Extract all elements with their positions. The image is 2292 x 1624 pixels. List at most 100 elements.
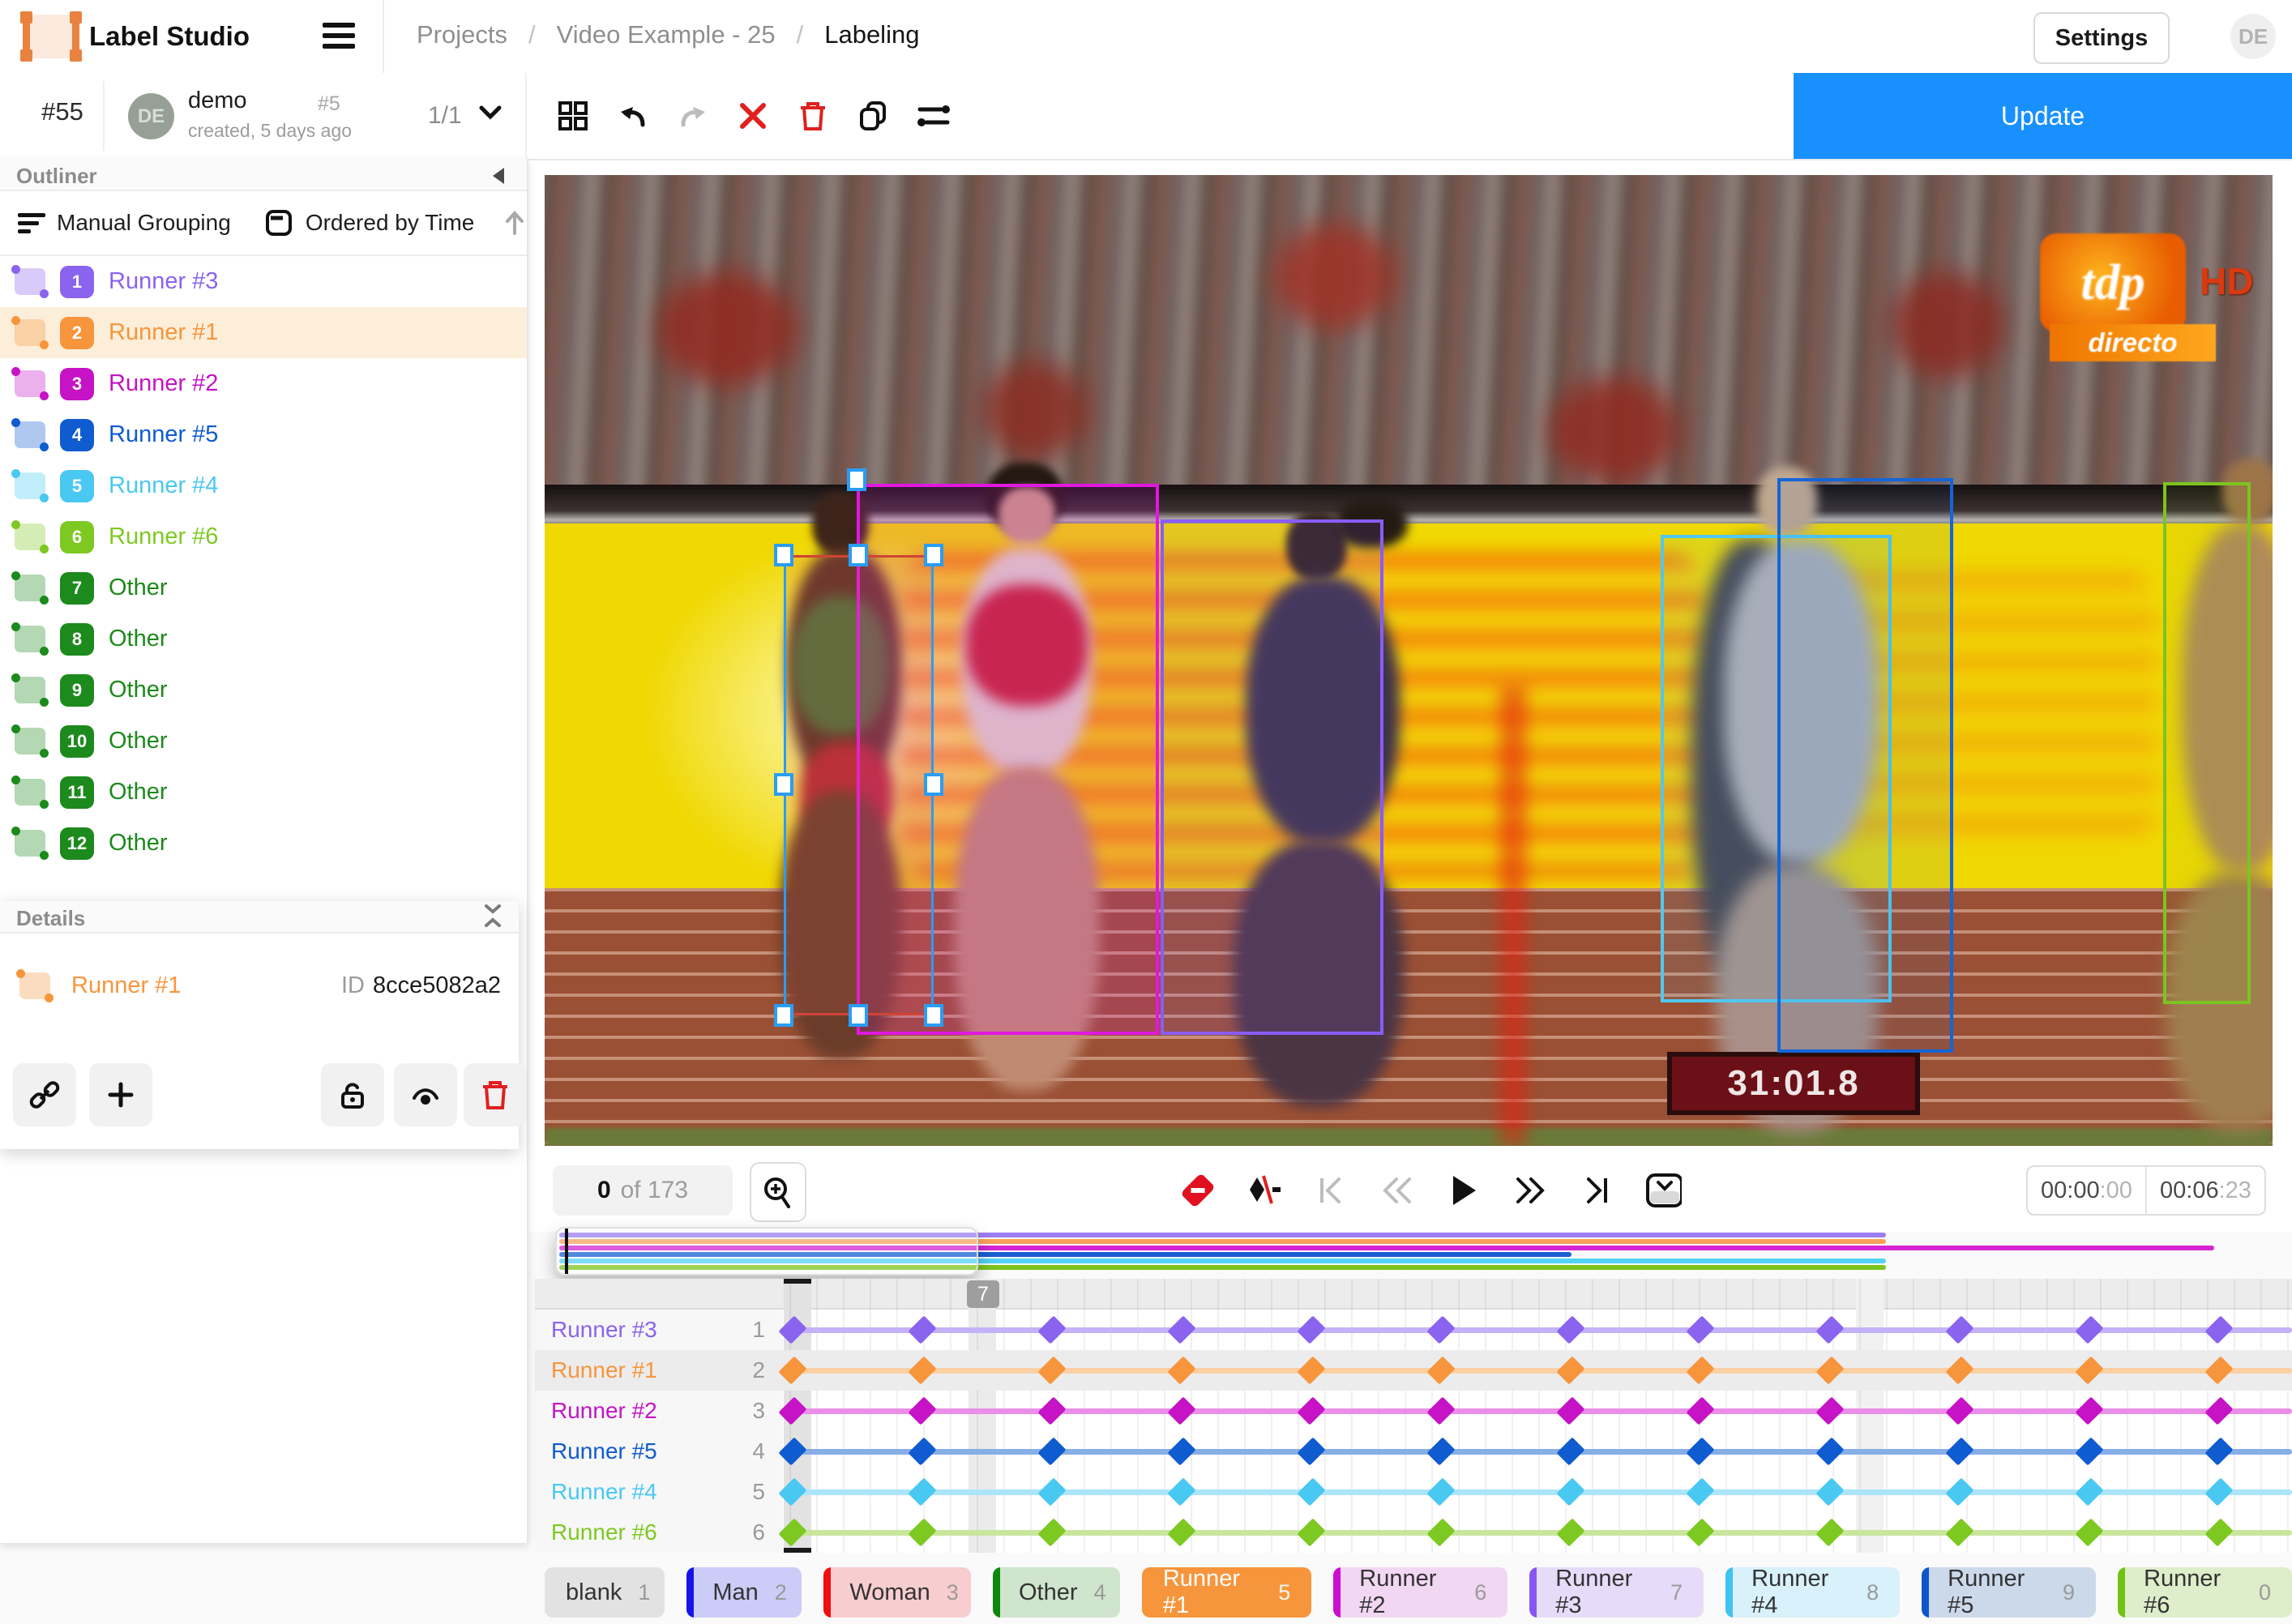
lock-region-button[interactable] [321, 1063, 384, 1126]
outliner-region-row[interactable]: 5Runner #4 [0, 460, 527, 511]
region-bbox-icon [15, 268, 45, 295]
next-frame-icon[interactable] [1512, 1172, 1549, 1209]
outliner-region-row[interactable]: 10Other [0, 716, 527, 767]
label-button[interactable]: Runner #48 [1725, 1567, 1900, 1618]
track-label[interactable]: Runner #3 [551, 1317, 657, 1343]
resize-handle[interactable] [774, 1004, 793, 1027]
label-hotkey: 3 [947, 1580, 959, 1605]
annotator-name: demo [188, 88, 247, 114]
hide-region-button[interactable] [394, 1063, 457, 1126]
settings-button[interactable]: Settings [2033, 12, 2170, 64]
runner-1-bbox-selected[interactable] [784, 555, 934, 1015]
delete-annotation-icon[interactable] [795, 98, 831, 134]
label-button[interactable]: Runner #15 [1142, 1567, 1311, 1618]
outliner-region-row[interactable]: 2Runner #1 [0, 307, 527, 358]
undo-icon[interactable] [615, 98, 651, 134]
label-button[interactable]: Runner #60 [2118, 1567, 2292, 1618]
playhead-tick-bottom[interactable] [784, 1548, 811, 1553]
delete-region-button[interactable] [464, 1063, 527, 1126]
grouping-select[interactable]: Manual Grouping [57, 210, 231, 236]
annotator-avatar[interactable]: DE [128, 93, 174, 139]
toggle-interpolation-icon[interactable] [1246, 1172, 1283, 1209]
sort-direction-up-icon[interactable] [503, 209, 526, 237]
outliner-region-row[interactable]: 4Runner #5 [0, 409, 527, 460]
frame-gridline [1752, 1279, 1754, 1553]
track-label[interactable]: Runner #5 [551, 1438, 657, 1464]
hamburger-menu-icon[interactable] [323, 23, 355, 50]
outliner-region-row[interactable]: 1Runner #3 [0, 256, 527, 307]
user-avatar[interactable]: DE [2230, 14, 2276, 59]
outliner-region-row[interactable]: 9Other [0, 665, 527, 716]
outliner-region-row[interactable]: 7Other [0, 562, 527, 613]
resize-handle[interactable] [924, 773, 943, 796]
outliner-region-row[interactable]: 3Runner #2 [0, 358, 527, 409]
link-region-button[interactable] [13, 1063, 76, 1126]
resize-handle[interactable] [774, 773, 793, 796]
label-button[interactable]: Runner #59 [1922, 1567, 2096, 1618]
frame-ruler-badge: 7 [967, 1280, 999, 1308]
breadcrumb-separator: / [528, 20, 536, 49]
label-button[interactable]: Woman3 [823, 1567, 971, 1618]
grid-view-icon[interactable] [555, 98, 591, 134]
label-hotkey: 5 [1278, 1580, 1290, 1605]
outliner-region-row[interactable]: 6Runner #6 [0, 511, 527, 562]
label-button[interactable]: Man2 [686, 1567, 802, 1618]
resize-handle[interactable] [849, 544, 868, 566]
label-studio-logo-icon[interactable] [23, 15, 79, 58]
reject-icon[interactable] [735, 98, 771, 134]
settings-route-icon[interactable] [915, 98, 951, 134]
outliner-region-row[interactable]: 12Other [0, 818, 527, 869]
update-button[interactable]: Update [1794, 73, 2292, 159]
runner-6-bbox[interactable] [2163, 482, 2251, 1004]
label-color-stripe [1922, 1567, 1929, 1618]
collapse-details-icon[interactable] [480, 901, 506, 930]
label-button[interactable]: Runner #37 [1529, 1567, 1704, 1618]
runner-5-bbox[interactable] [1777, 478, 1953, 1053]
play-icon[interactable] [1445, 1172, 1482, 1209]
label-button[interactable]: Other4 [993, 1567, 1120, 1618]
frame-counter-input[interactable]: 0 of 173 [553, 1165, 733, 1216]
resize-handle[interactable] [847, 468, 866, 491]
label-button[interactable]: Runner #26 [1333, 1567, 1507, 1618]
breadcrumb-project-name[interactable]: Video Example - 25 [557, 20, 776, 49]
zoom-in-button[interactable] [750, 1162, 806, 1222]
chevron-down-icon[interactable] [478, 104, 502, 122]
remove-keyframe-icon[interactable] [1179, 1172, 1217, 1209]
outliner-region-row[interactable]: 8Other [0, 613, 527, 665]
label-button[interactable]: blank1 [545, 1567, 665, 1618]
selected-region-row[interactable]: Runner #1 ID8cce5082a2 [0, 947, 519, 1024]
frame-gridline [1939, 1279, 1941, 1553]
frame-gridline [1806, 1279, 1807, 1553]
minimap-cursor[interactable] [565, 1229, 568, 1274]
resize-handle[interactable] [849, 1004, 868, 1027]
frame-gridline [2127, 1279, 2128, 1553]
previous-frame-icon[interactable] [1379, 1172, 1416, 1209]
ordering-select[interactable]: Ordered by Time [306, 210, 475, 236]
playhead-tick-top[interactable] [784, 1279, 811, 1284]
video-canvas[interactable]: tdp HD directo 31:01.8 [545, 175, 2273, 1146]
region-bbox-icon [15, 524, 45, 550]
region-label: Runner #2 [109, 370, 218, 397]
track-label[interactable]: Runner #6 [551, 1519, 657, 1545]
track-label[interactable]: Runner #1 [551, 1357, 657, 1383]
redo-icon[interactable] [675, 98, 711, 134]
collapse-sidebar-icon[interactable] [490, 166, 507, 186]
breadcrumb-projects[interactable]: Projects [417, 20, 507, 49]
add-relation-button[interactable] [89, 1063, 152, 1126]
resize-handle[interactable] [774, 544, 793, 566]
red-motion-streak [1499, 686, 1527, 1146]
outliner-region-row[interactable]: 11Other [0, 767, 527, 818]
track-label[interactable]: Runner #4 [551, 1479, 657, 1505]
resize-handle[interactable] [924, 544, 943, 566]
last-frame-icon[interactable] [1578, 1172, 1615, 1209]
collapse-timeline-icon[interactable] [1644, 1172, 1682, 1209]
track-label[interactable]: Runner #2 [551, 1398, 657, 1424]
duplicate-icon[interactable] [855, 98, 891, 134]
track-keyframe-line [793, 1530, 2292, 1536]
minimap-viewport[interactable] [555, 1227, 978, 1276]
resize-handle[interactable] [924, 1004, 943, 1027]
region-bbox-icon [15, 421, 45, 448]
runner-3-bbox[interactable] [1161, 519, 1383, 1035]
frame-gridline [950, 1279, 951, 1553]
first-frame-icon[interactable] [1312, 1172, 1349, 1209]
